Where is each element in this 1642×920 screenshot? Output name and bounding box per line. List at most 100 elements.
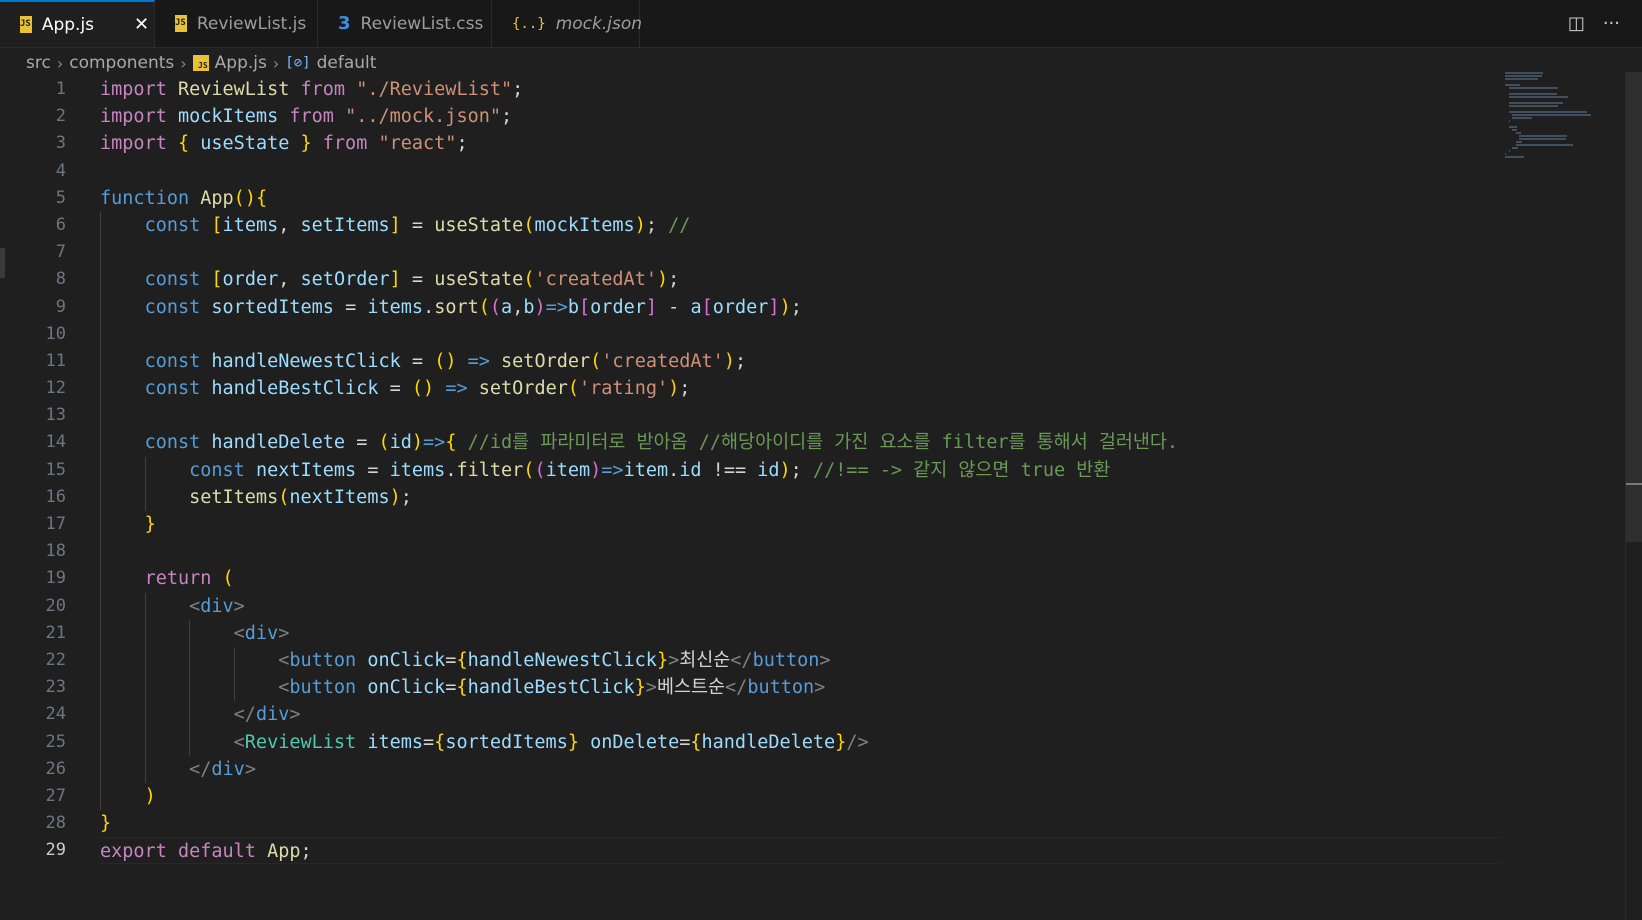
- code-line[interactable]: [100, 239, 1500, 267]
- line-number: 6: [55, 214, 66, 235]
- code-line[interactable]: }: [100, 511, 1500, 539]
- minimap-line: [1515, 141, 1522, 143]
- code-line[interactable]: const handleDelete = (id)=>{ //id를 파라미터로…: [100, 429, 1500, 457]
- css-file-icon: 3: [338, 13, 351, 34]
- minimap-line: [1515, 132, 1521, 134]
- indent-guide: [189, 701, 191, 729]
- code-line[interactable]: [100, 402, 1500, 430]
- tab-reviewlist-css[interactable]: 3 ReviewList.css: [318, 0, 492, 47]
- minimap-line: [1512, 114, 1592, 116]
- code-line[interactable]: [100, 158, 1500, 185]
- line-number: 27: [45, 785, 66, 806]
- indent-guide: [100, 456, 101, 484]
- code-line[interactable]: export default App;: [100, 837, 1500, 865]
- minimap-line: [1519, 138, 1567, 140]
- line-number: 2: [55, 106, 66, 127]
- code-line[interactable]: <button onClick={handleNewestClick}>최신순<…: [100, 646, 1500, 675]
- indent-guide: [144, 674, 146, 702]
- indent-guide: [189, 619, 191, 647]
- js-file-icon: JS: [20, 16, 32, 33]
- indent-guide: [144, 619, 146, 647]
- indent-guide: [100, 402, 101, 430]
- minimap-line: [1508, 120, 1510, 122]
- indent-guide: [100, 674, 101, 702]
- minimap-line: [1508, 150, 1510, 152]
- code-line[interactable]: const handleBestClick = () => setOrder('…: [100, 375, 1500, 403]
- line-number: 22: [45, 649, 66, 670]
- minimap-line: [1519, 135, 1568, 137]
- code-line[interactable]: </div>: [100, 701, 1500, 729]
- indent-guide: [100, 266, 101, 294]
- code-line[interactable]: [100, 538, 1500, 566]
- minimap-line: [1505, 153, 1506, 155]
- code-line[interactable]: }: [100, 810, 1500, 837]
- breadcrumb-src[interactable]: src: [26, 53, 51, 73]
- code-line[interactable]: function App(){: [100, 185, 1500, 212]
- code-line[interactable]: const nextItems = items.filter((item)=>i…: [100, 456, 1500, 484]
- indent-guide: [144, 755, 146, 783]
- line-number: 26: [45, 758, 66, 779]
- code-line[interactable]: ): [100, 782, 1500, 811]
- code-line[interactable]: [100, 320, 1500, 348]
- code-editor[interactable]: import ReviewList from "./ReviewList"; im…: [100, 76, 1500, 865]
- code-line[interactable]: const [items, setItems] = useState(mockI…: [100, 211, 1500, 240]
- tab-app-js[interactable]: JS App.js ✕: [0, 0, 155, 47]
- split-editor-icon[interactable]: ◫: [1568, 13, 1585, 34]
- minimap[interactable]: [1505, 72, 1615, 158]
- tab-label: App.js: [41, 14, 95, 35]
- line-number-gutter: 1 2 3 4 5 6 7 8 9 10 11 12 13 14 15 16 17 18 19 20 21 22 23 24 2…: [0, 76, 80, 864]
- tab-mock-json[interactable]: {..} mock.json: [492, 0, 642, 47]
- vertical-scrollbar[interactable]: [1625, 72, 1642, 920]
- code-line[interactable]: const handleNewestClick = () => setOrder…: [100, 347, 1500, 376]
- code-line[interactable]: import { useState } from "react";: [100, 130, 1500, 157]
- code-line[interactable]: const [order, setOrder] = useState('crea…: [100, 266, 1500, 294]
- code-line[interactable]: return (: [100, 565, 1500, 593]
- line-number: 20: [45, 595, 66, 616]
- minimap-line: [1505, 156, 1524, 158]
- minimap-line: [1508, 93, 1557, 95]
- code-line[interactable]: <ReviewList items={sortedItems} onDelete…: [100, 728, 1500, 756]
- line-number: 18: [45, 541, 66, 562]
- indent-guide: [100, 320, 101, 348]
- line-number: 9: [55, 296, 66, 317]
- more-actions-icon[interactable]: ···: [1603, 13, 1620, 34]
- close-icon[interactable]: ✕: [134, 14, 149, 35]
- minimap-line: [1508, 111, 1587, 113]
- code-line[interactable]: <div>: [100, 592, 1500, 620]
- scrollbar-thumb[interactable]: [1626, 72, 1642, 542]
- indent-guide: [100, 538, 101, 566]
- breadcrumb-file[interactable]: App.js: [215, 53, 267, 73]
- indent-guide: [100, 239, 101, 267]
- indent-guide: [100, 347, 101, 376]
- chevron-right-icon: ›: [272, 53, 280, 73]
- scrollbar-cursor-marker: [1626, 483, 1642, 485]
- code-line[interactable]: import mockItems from "../mock.json";: [100, 103, 1500, 130]
- tab-reviewlist-js[interactable]: JS ReviewList.js: [155, 0, 318, 47]
- chevron-right-icon: ›: [180, 53, 187, 73]
- indent-guide: [100, 211, 101, 240]
- code-line[interactable]: const sortedItems = items.sort((a,b)=>b[…: [100, 293, 1500, 321]
- minimap-line: [1512, 147, 1519, 149]
- code-line[interactable]: import ReviewList from "./ReviewList";: [100, 76, 1500, 103]
- line-number: 1: [55, 79, 66, 99]
- code-line[interactable]: </div>: [100, 755, 1500, 783]
- indent-guide: [100, 511, 101, 539]
- breadcrumb-symbol[interactable]: default: [317, 53, 377, 73]
- breadcrumb-components[interactable]: components: [69, 53, 174, 73]
- indent-guide: [144, 646, 146, 675]
- line-number: 5: [55, 187, 66, 208]
- code-line[interactable]: <div>: [100, 619, 1500, 647]
- code-line[interactable]: setItems(nextItems);: [100, 483, 1500, 511]
- line-number: 7: [55, 242, 66, 263]
- line-number: 3: [55, 133, 66, 154]
- minimap-line: [1505, 84, 1520, 86]
- code-line[interactable]: <button onClick={handleBestClick}>베스트순</…: [100, 674, 1500, 702]
- editor-actions: ◫ ···: [1568, 0, 1642, 47]
- line-number: 13: [45, 405, 66, 426]
- minimap-line: [1505, 72, 1543, 74]
- line-number: 29: [45, 840, 66, 861]
- line-number: 21: [45, 622, 66, 643]
- indent-guide: [100, 429, 101, 457]
- line-number: 12: [45, 378, 66, 399]
- line-number: 8: [55, 269, 66, 290]
